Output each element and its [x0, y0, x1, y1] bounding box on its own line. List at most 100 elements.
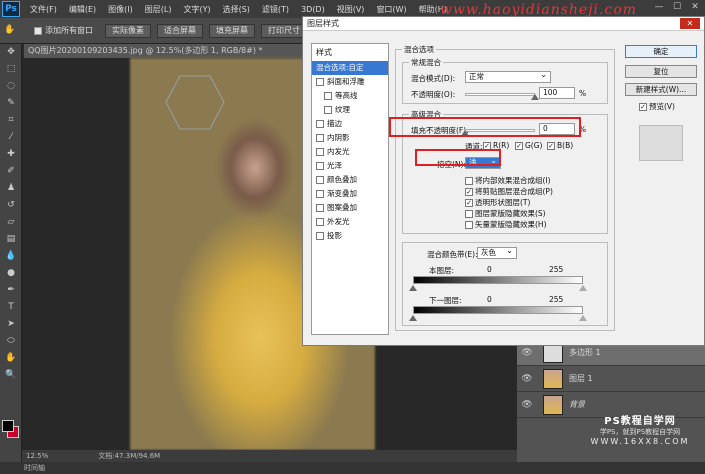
timeline-tab[interactable]: 时间轴 [0, 462, 705, 474]
menu-file[interactable]: 文件(F) [24, 4, 63, 15]
healing-tool-icon[interactable]: ✚ [0, 146, 22, 163]
pen-tool-icon[interactable]: ✒ [0, 282, 22, 299]
channel-g[interactable]: ✓ G(G) [515, 141, 542, 150]
advanced-option-checkbox[interactable] [465, 220, 473, 229]
menu-3d[interactable]: 3D(D) [295, 5, 331, 14]
advanced-option[interactable]: 矢量蒙版隐藏效果(H) [465, 219, 547, 230]
hand-tool-icon[interactable]: ✋ [0, 22, 20, 39]
style-item[interactable]: 描边 [312, 117, 388, 131]
document-tab[interactable]: QQ图片20200109203435.jpg @ 12.5%(多边形 1, RG… [24, 44, 304, 58]
style-item[interactable]: 纹理 [312, 103, 388, 117]
style-item-checkbox[interactable] [316, 176, 324, 184]
channel-g-checkbox[interactable]: ✓ [515, 141, 523, 150]
opacity-slider[interactable] [465, 93, 535, 96]
maximize-icon[interactable]: ☐ [670, 2, 684, 15]
menu-edit[interactable]: 编辑(E) [63, 4, 102, 15]
close-window-icon[interactable]: ✕ [688, 2, 702, 15]
style-item[interactable]: 内发光 [312, 145, 388, 159]
foreground-color-swatch[interactable] [2, 420, 14, 432]
menu-view[interactable]: 视图(V) [331, 4, 371, 15]
preview-checkbox[interactable]: ✓ [639, 102, 647, 111]
style-item-checkbox[interactable] [316, 204, 324, 212]
quick-select-tool-icon[interactable]: ✎ [0, 95, 22, 112]
blur-tool-icon[interactable]: 💧 [0, 248, 22, 265]
menu-window[interactable]: 窗口(W) [370, 4, 412, 15]
style-item[interactable]: 外发光 [312, 215, 388, 229]
style-item[interactable]: 颜色叠加 [312, 173, 388, 187]
lasso-tool-icon[interactable]: ◌ [0, 78, 22, 95]
add-all-windows-checkbox[interactable] [34, 26, 42, 35]
advanced-option-checkbox[interactable]: ✓ [465, 187, 473, 196]
zoom-tool-icon[interactable]: 🔍 [0, 367, 22, 384]
style-item-checkbox[interactable] [316, 78, 324, 86]
move-tool-icon[interactable]: ✥ [0, 44, 22, 61]
this-layer-white-thumb[interactable] [579, 285, 587, 291]
dodge-tool-icon[interactable]: ● [0, 265, 22, 282]
style-item-checkbox[interactable] [324, 92, 332, 100]
style-item[interactable]: 投影 [312, 229, 388, 243]
style-item[interactable]: 渐变叠加 [312, 187, 388, 201]
style-item-checkbox[interactable] [316, 134, 324, 142]
advanced-option[interactable]: 将内部效果混合成组(I) [465, 175, 551, 186]
fill-screen-button[interactable]: 填充屏幕 [209, 23, 255, 38]
minimize-icon[interactable]: — [652, 2, 666, 15]
style-item[interactable]: 光泽 [312, 159, 388, 173]
style-item-checkbox[interactable] [316, 190, 324, 198]
advanced-option-checkbox[interactable]: ✓ [465, 198, 473, 207]
blend-mode-select[interactable]: 正常 [465, 70, 551, 83]
style-item-checkbox[interactable] [316, 148, 324, 156]
eraser-tool-icon[interactable]: ▱ [0, 214, 22, 231]
fit-screen-button[interactable]: 适合屏幕 [157, 23, 203, 38]
visibility-eye-icon[interactable]: 👁 [517, 348, 537, 358]
style-item-checkbox[interactable] [316, 162, 324, 170]
style-item[interactable]: 混合选项:自定 [312, 61, 388, 75]
style-item-checkbox[interactable] [324, 106, 332, 114]
menu-layer[interactable]: 图层(L) [139, 4, 178, 15]
style-item-checkbox[interactable] [316, 120, 324, 128]
styles-header[interactable]: 样式 [312, 44, 388, 61]
menu-type[interactable]: 文字(Y) [177, 4, 216, 15]
opacity-input[interactable]: 100 [539, 87, 575, 99]
layer-row[interactable]: 👁 图层 1 [517, 366, 705, 392]
crop-tool-icon[interactable]: ⌗ [0, 112, 22, 129]
eyedropper-tool-icon[interactable]: ⁄ [0, 129, 22, 146]
opacity-slider-thumb[interactable] [531, 94, 539, 100]
new-style-button[interactable]: 新建样式(W)... [625, 83, 697, 96]
path-select-tool-icon[interactable]: ➤ [0, 316, 22, 333]
underlying-black-thumb[interactable] [409, 315, 417, 321]
advanced-option-checkbox[interactable] [465, 176, 473, 185]
style-item[interactable]: 等高线 [312, 89, 388, 103]
print-size-button[interactable]: 打印尺寸 [261, 23, 307, 38]
dialog-close-icon[interactable]: ✕ [680, 18, 700, 29]
style-item[interactable]: 内阴影 [312, 131, 388, 145]
ok-button[interactable]: 确定 [625, 45, 697, 58]
style-item-checkbox[interactable] [316, 232, 324, 240]
underlying-white-thumb[interactable] [579, 315, 587, 321]
style-item[interactable]: 斜面和浮雕 [312, 75, 388, 89]
channel-b[interactable]: ✓ B(B) [547, 141, 573, 150]
stamp-tool-icon[interactable]: ♟ [0, 180, 22, 197]
reset-button[interactable]: 复位 [625, 65, 697, 78]
advanced-option[interactable]: ✓ 将剪贴图层混合成组(P) [465, 186, 553, 197]
advanced-option[interactable]: 图层蒙版隐藏效果(S) [465, 208, 546, 219]
channel-b-checkbox[interactable]: ✓ [547, 141, 555, 150]
hand-tool-small-icon[interactable]: ✋ [0, 350, 22, 367]
history-brush-icon[interactable]: ↺ [0, 197, 22, 214]
menu-image[interactable]: 图像(I) [102, 4, 139, 15]
shape-tool-icon[interactable]: ⬭ [0, 333, 22, 350]
actual-pixels-button[interactable]: 实际像素 [105, 23, 151, 38]
style-item-checkbox[interactable] [316, 218, 324, 226]
advanced-option-checkbox[interactable] [465, 209, 473, 218]
menu-filter[interactable]: 滤镜(T) [256, 4, 295, 15]
visibility-eye-icon[interactable]: 👁 [517, 400, 537, 410]
visibility-eye-icon[interactable]: 👁 [517, 374, 537, 384]
marquee-tool-icon[interactable]: ⬚ [0, 61, 22, 78]
advanced-option[interactable]: ✓ 透明形状图层(T) [465, 197, 530, 208]
blend-if-select[interactable]: 灰色 [477, 246, 517, 259]
gradient-tool-icon[interactable]: ▤ [0, 231, 22, 248]
this-layer-black-thumb[interactable] [409, 285, 417, 291]
brush-tool-icon[interactable]: ✐ [0, 163, 22, 180]
menu-select[interactable]: 选择(S) [217, 4, 256, 15]
style-item[interactable]: 图案叠加 [312, 201, 388, 215]
preview-toggle[interactable]: ✓ 预览(V) [639, 101, 675, 112]
